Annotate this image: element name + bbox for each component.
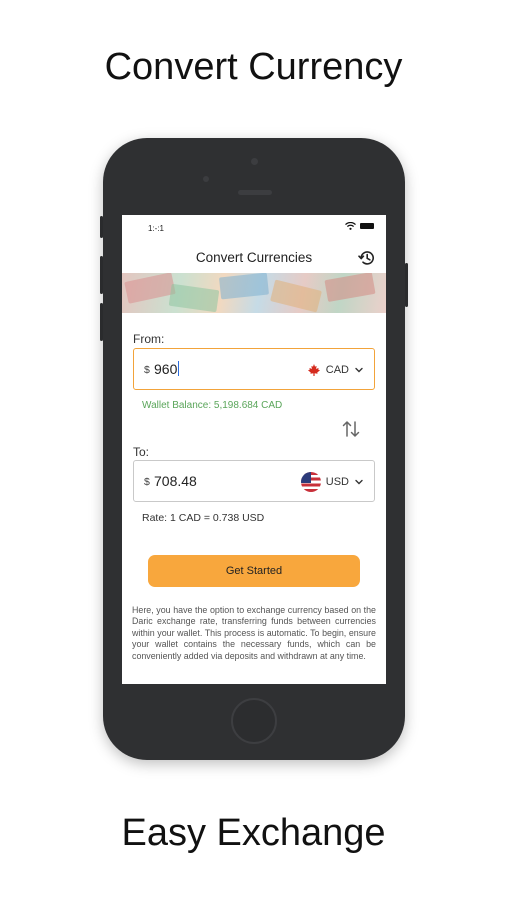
wallet-balance: Wallet Balance: 5,198.684 CAD [142,400,283,411]
to-currency-symbol: $ [144,476,150,488]
to-currency-code: USD [325,476,349,488]
to-amount-value: 708.48 [154,473,197,489]
status-time: 1:-:1 [148,224,165,233]
banknotes-banner [122,273,386,313]
page-title: Convert Currencies [195,250,313,265]
banknote-image [168,283,220,313]
swap-vertical-icon[interactable] [340,418,362,440]
battery-icon [360,223,374,229]
sensor-dot [203,176,209,182]
status-bar: 1:-:1 [122,215,386,239]
exchange-rate: Rate: 1 CAD = 0.738 USD [142,512,265,524]
to-amount-field[interactable]: $ 708.48 USD [133,460,375,502]
from-label: From: [133,332,165,346]
banknote-image [270,279,322,313]
status-icons [345,222,374,230]
description-text: Here, you have the option to exchange cu… [132,605,376,661]
banknote-image [324,273,376,303]
history-icon[interactable] [358,249,376,267]
banknote-image [218,273,270,300]
from-amount-field[interactable]: $ 960 CAD [133,348,375,390]
wifi-icon [345,222,356,230]
text-cursor [178,361,180,376]
promo-bottom-title: Easy Exchange [121,812,386,854]
front-camera [251,158,258,165]
chevron-down-icon [355,367,363,373]
from-currency-symbol: $ [144,364,150,376]
to-label: To: [133,445,150,459]
power-button [405,263,408,307]
from-currency-select[interactable]: CAD [307,361,364,379]
banknote-image [124,273,176,304]
chevron-down-icon [355,479,363,485]
from-currency-code: CAD [325,364,349,376]
volume-up-button [100,256,103,294]
volume-down-button [100,303,103,341]
get-started-button[interactable]: Get Started [148,555,360,587]
us-flag-icon [300,472,321,492]
maple-leaf-icon [307,364,320,376]
nav-bar: Convert Currencies [122,239,386,273]
to-currency-select[interactable]: USD [300,472,364,492]
home-button[interactable] [231,698,277,744]
mute-switch [100,216,103,238]
earpiece-speaker [238,190,272,195]
promo-top-title: Convert Currency [104,46,403,88]
app-screen: 1:-:1 Convert Currencies From: $ 960 CAD… [122,215,386,684]
from-amount-input[interactable]: 960 [154,361,180,377]
